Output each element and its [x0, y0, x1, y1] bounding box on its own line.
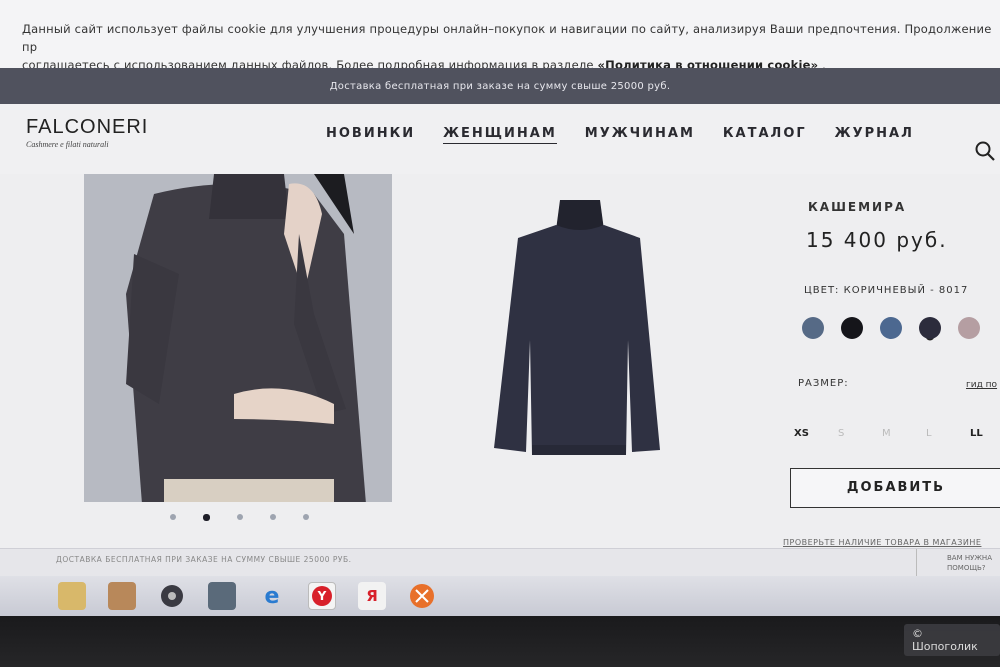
yandex-browser-glyph: Y	[312, 586, 332, 606]
product-price: 15 400 руб.	[806, 228, 948, 252]
nav-item-katalog[interactable]: КАТАЛОГ	[723, 126, 807, 144]
browser-screen: Данный сайт использует файлы cookie для …	[0, 0, 1000, 667]
color-swatches	[802, 317, 997, 339]
nav-item-novinki[interactable]: НОВИНКИ	[326, 126, 415, 144]
color-swatch[interactable]	[958, 317, 980, 339]
app-orange-icon[interactable]	[408, 582, 436, 610]
site-header: FALCONERI Cashmere e filati naturali НОВ…	[0, 104, 1000, 174]
footer-strip: ДОСТАВКА БЕСПЛАТНАЯ ПРИ ЗАКАЗЕ НА СУММУ …	[0, 548, 1000, 577]
footer-text: ДОСТАВКА БЕСПЛАТНАЯ ПРИ ЗАКАЗЕ НА СУММУ …	[56, 555, 352, 564]
product-flat-image[interactable]	[470, 190, 690, 470]
logo-tagline: Cashmere e filati naturali	[26, 140, 109, 149]
size-option-s[interactable]: S	[838, 428, 882, 439]
cookie-banner: Данный сайт использует файлы cookie для …	[0, 0, 1000, 72]
yandex-icon[interactable]: Я	[358, 582, 386, 610]
size-options: XS S M L LL	[794, 428, 1000, 439]
cookie-text-line1: Данный сайт использует файлы cookie для …	[22, 22, 992, 54]
size-option-l[interactable]: L	[926, 428, 970, 439]
nav-item-zhenshchinam[interactable]: ЖЕНЩИНАМ	[443, 126, 557, 144]
gallery-dot[interactable]	[270, 514, 276, 520]
gallery-dot[interactable]	[303, 514, 309, 520]
add-to-cart-button[interactable]: ДОБАВИТЬ	[790, 468, 1000, 508]
help-line1: ВАМ НУЖНА	[947, 554, 992, 562]
check-store-link[interactable]: ПРОВЕРЬТЕ НАЛИЧИЕ ТОВАРА В МАГАЗИНЕ	[783, 538, 981, 547]
color-label: ЦВЕТ: КОРИЧНЕВЫЙ - 8017	[804, 285, 969, 296]
promo-bar: Доставка бесплатная при заказе на сумму …	[0, 68, 1000, 104]
color-swatch[interactable]	[841, 317, 863, 339]
color-swatch-selected[interactable]	[919, 317, 941, 339]
color-swatch[interactable]	[880, 317, 902, 339]
color-swatch[interactable]	[802, 317, 824, 339]
product-name: КАШЕМИРА	[808, 200, 907, 214]
logo-name: FALCONERI	[26, 116, 149, 138]
gallery-dots	[170, 514, 336, 521]
model-photo	[84, 174, 392, 502]
internet-explorer-icon[interactable]: e	[258, 582, 286, 610]
folder-icon[interactable]	[58, 582, 86, 610]
help-box[interactable]: ВАМ НУЖНА ПОМОЩЬ?	[916, 549, 1000, 577]
size-option-m[interactable]: M	[882, 428, 926, 439]
gallery-dot[interactable]	[170, 514, 176, 520]
os-taskbar: e Y Я	[0, 576, 1000, 616]
yandex-browser-icon[interactable]: Y	[308, 582, 336, 610]
media-player-icon[interactable]	[108, 582, 136, 610]
gallery-dot[interactable]	[237, 514, 243, 520]
logo[interactable]: FALCONERI Cashmere e filati naturali	[26, 116, 148, 149]
product-main-image[interactable]	[84, 174, 392, 502]
size-option-xs[interactable]: XS	[794, 428, 838, 439]
sweater-photo	[494, 200, 660, 455]
nav-item-zhurnal[interactable]: ЖУРНАЛ	[835, 126, 914, 144]
search-icon[interactable]	[974, 140, 996, 162]
disc-icon[interactable]	[158, 582, 186, 610]
size-guide-link[interactable]: гид по	[966, 380, 997, 390]
size-option-ll[interactable]: LL	[970, 428, 1000, 439]
watermark: © Шопоголик	[904, 624, 1000, 656]
main-nav: НОВИНКИ ЖЕНЩИНАМ МУЖЧИНАМ КАТАЛОГ ЖУРНАЛ	[326, 126, 942, 144]
gallery-dot-active[interactable]	[203, 514, 210, 521]
monitor-bezel	[0, 616, 1000, 667]
product-info: КАШЕМИРА 15 400 руб. ЦВЕТ: КОРИЧНЕВЫЙ - …	[790, 180, 1000, 580]
help-line2: ПОМОЩЬ?	[947, 564, 986, 572]
size-label: РАЗМЕР:	[798, 378, 849, 389]
nav-item-muzhchinam[interactable]: МУЖЧИНАМ	[585, 126, 695, 144]
network-icon[interactable]	[208, 582, 236, 610]
